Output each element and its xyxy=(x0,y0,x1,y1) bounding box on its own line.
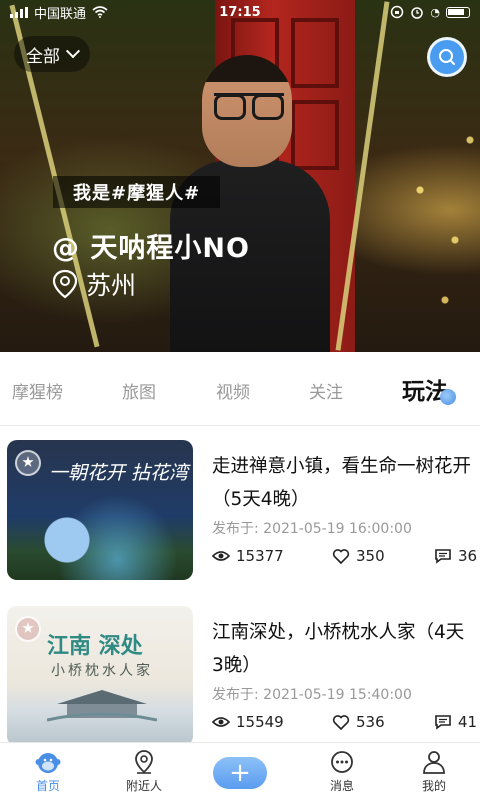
search-button[interactable] xyxy=(427,37,467,77)
active-tab-indicator xyxy=(440,389,456,405)
views-stat: 15549 xyxy=(212,713,284,731)
views-count: 15549 xyxy=(236,713,284,731)
post-thumbnail[interactable]: 一朝花开 拈花湾 xyxy=(7,440,193,580)
user-icon xyxy=(423,751,445,774)
create-post-button[interactable]: + xyxy=(213,757,267,789)
views-count: 15377 xyxy=(236,547,284,565)
nav-profile-label: 我的 xyxy=(421,779,446,793)
post-title[interactable]: 走进禅意小镇，看生命一树花开（5天4晚） xyxy=(212,450,474,516)
likes-stat[interactable]: 350 xyxy=(332,547,385,565)
likes-count: 350 xyxy=(356,547,385,565)
thumbnail-title: 一朝花开 拈花湾 xyxy=(49,462,189,484)
tab-following[interactable]: 关注 xyxy=(309,378,343,403)
nav-nearby[interactable]: 附近人 xyxy=(104,749,184,794)
nav-home-label: 首页 xyxy=(35,779,60,793)
comments-count: 41 xyxy=(458,713,478,731)
post-title[interactable]: 江南深处，小桥枕水人家（4天3晚） xyxy=(212,616,474,682)
message-icon xyxy=(331,751,353,773)
tab-leaderboard[interactable]: 摩猩榜 xyxy=(12,378,63,403)
star-icon xyxy=(15,616,41,642)
comment-icon xyxy=(435,549,451,564)
nav-nearby-label: 附近人 xyxy=(125,779,162,793)
post-thumbnail[interactable]: 江南 深处 小桥枕水人家 xyxy=(7,606,193,746)
filter-label: 全部 xyxy=(26,46,60,67)
nav-messages-label: 消息 xyxy=(329,779,354,793)
heart-icon xyxy=(332,549,350,564)
comments-count: 36 xyxy=(458,547,478,565)
location-pin-icon xyxy=(52,269,78,299)
home-monkey-icon xyxy=(35,753,61,773)
search-icon xyxy=(439,49,455,65)
thumbnail-subtitle: 小桥枕水人家 xyxy=(51,663,153,679)
likes-count: 536 xyxy=(356,713,385,731)
filter-dropdown-button[interactable]: 全部 xyxy=(14,36,90,72)
category-tabs: 摩猩榜 旅图 视频 关注 玩法 xyxy=(0,352,480,426)
nav-messages[interactable]: 消息 xyxy=(302,749,382,794)
status-bar: 中国联通 17:15 ◔ xyxy=(0,0,480,24)
likes-stat[interactable]: 536 xyxy=(332,713,385,731)
battery-icon xyxy=(446,6,470,18)
pavilion-illustration xyxy=(47,690,157,722)
comments-stat[interactable]: 36 xyxy=(434,547,477,565)
hero-hashtag[interactable]: 我是#摩猩人# xyxy=(53,176,221,208)
post-card[interactable]: 江南 深处 小桥枕水人家 江南深处，小桥枕水人家（4天3晚） 发布于: 2021… xyxy=(0,606,480,754)
bottom-navigation: 首页 附近人 + 消息 我的 xyxy=(0,742,480,800)
star-icon xyxy=(15,450,41,476)
eye-icon xyxy=(212,717,230,727)
post-date: 发布于: 2021-05-19 15:40:00 xyxy=(212,687,412,703)
thumbnail-title: 江南 深处 xyxy=(47,633,143,659)
location-text: 苏州 xyxy=(86,271,137,300)
views-stat: 15377 xyxy=(212,547,284,565)
post-card[interactable]: 一朝花开 拈花湾 走进禅意小镇，看生命一树花开（5天4晚） 发布于: 2021-… xyxy=(0,440,480,588)
post-date: 发布于: 2021-05-19 16:00:00 xyxy=(212,521,412,537)
eye-icon xyxy=(212,551,230,561)
comments-stat[interactable]: 41 xyxy=(434,713,477,731)
hero-banner[interactable]: 中国联通 17:15 ◔ 全部 我是#摩猩人# @ 天呐程小NO 苏州 xyxy=(0,0,480,352)
hero-location: 苏州 xyxy=(52,266,136,302)
chevron-down-icon xyxy=(65,44,81,59)
comment-icon xyxy=(435,715,451,730)
nav-home[interactable]: 首页 xyxy=(8,749,88,794)
hero-user-name[interactable]: @ 天呐程小NO xyxy=(52,226,250,265)
status-time: 17:15 xyxy=(219,4,261,20)
nav-profile[interactable]: 我的 xyxy=(394,749,474,794)
tab-videos[interactable]: 视频 xyxy=(216,378,250,403)
plus-icon: + xyxy=(229,758,251,788)
tab-travel-photos[interactable]: 旅图 xyxy=(122,378,156,403)
heart-icon xyxy=(332,715,350,730)
location-pin-icon xyxy=(135,750,153,774)
